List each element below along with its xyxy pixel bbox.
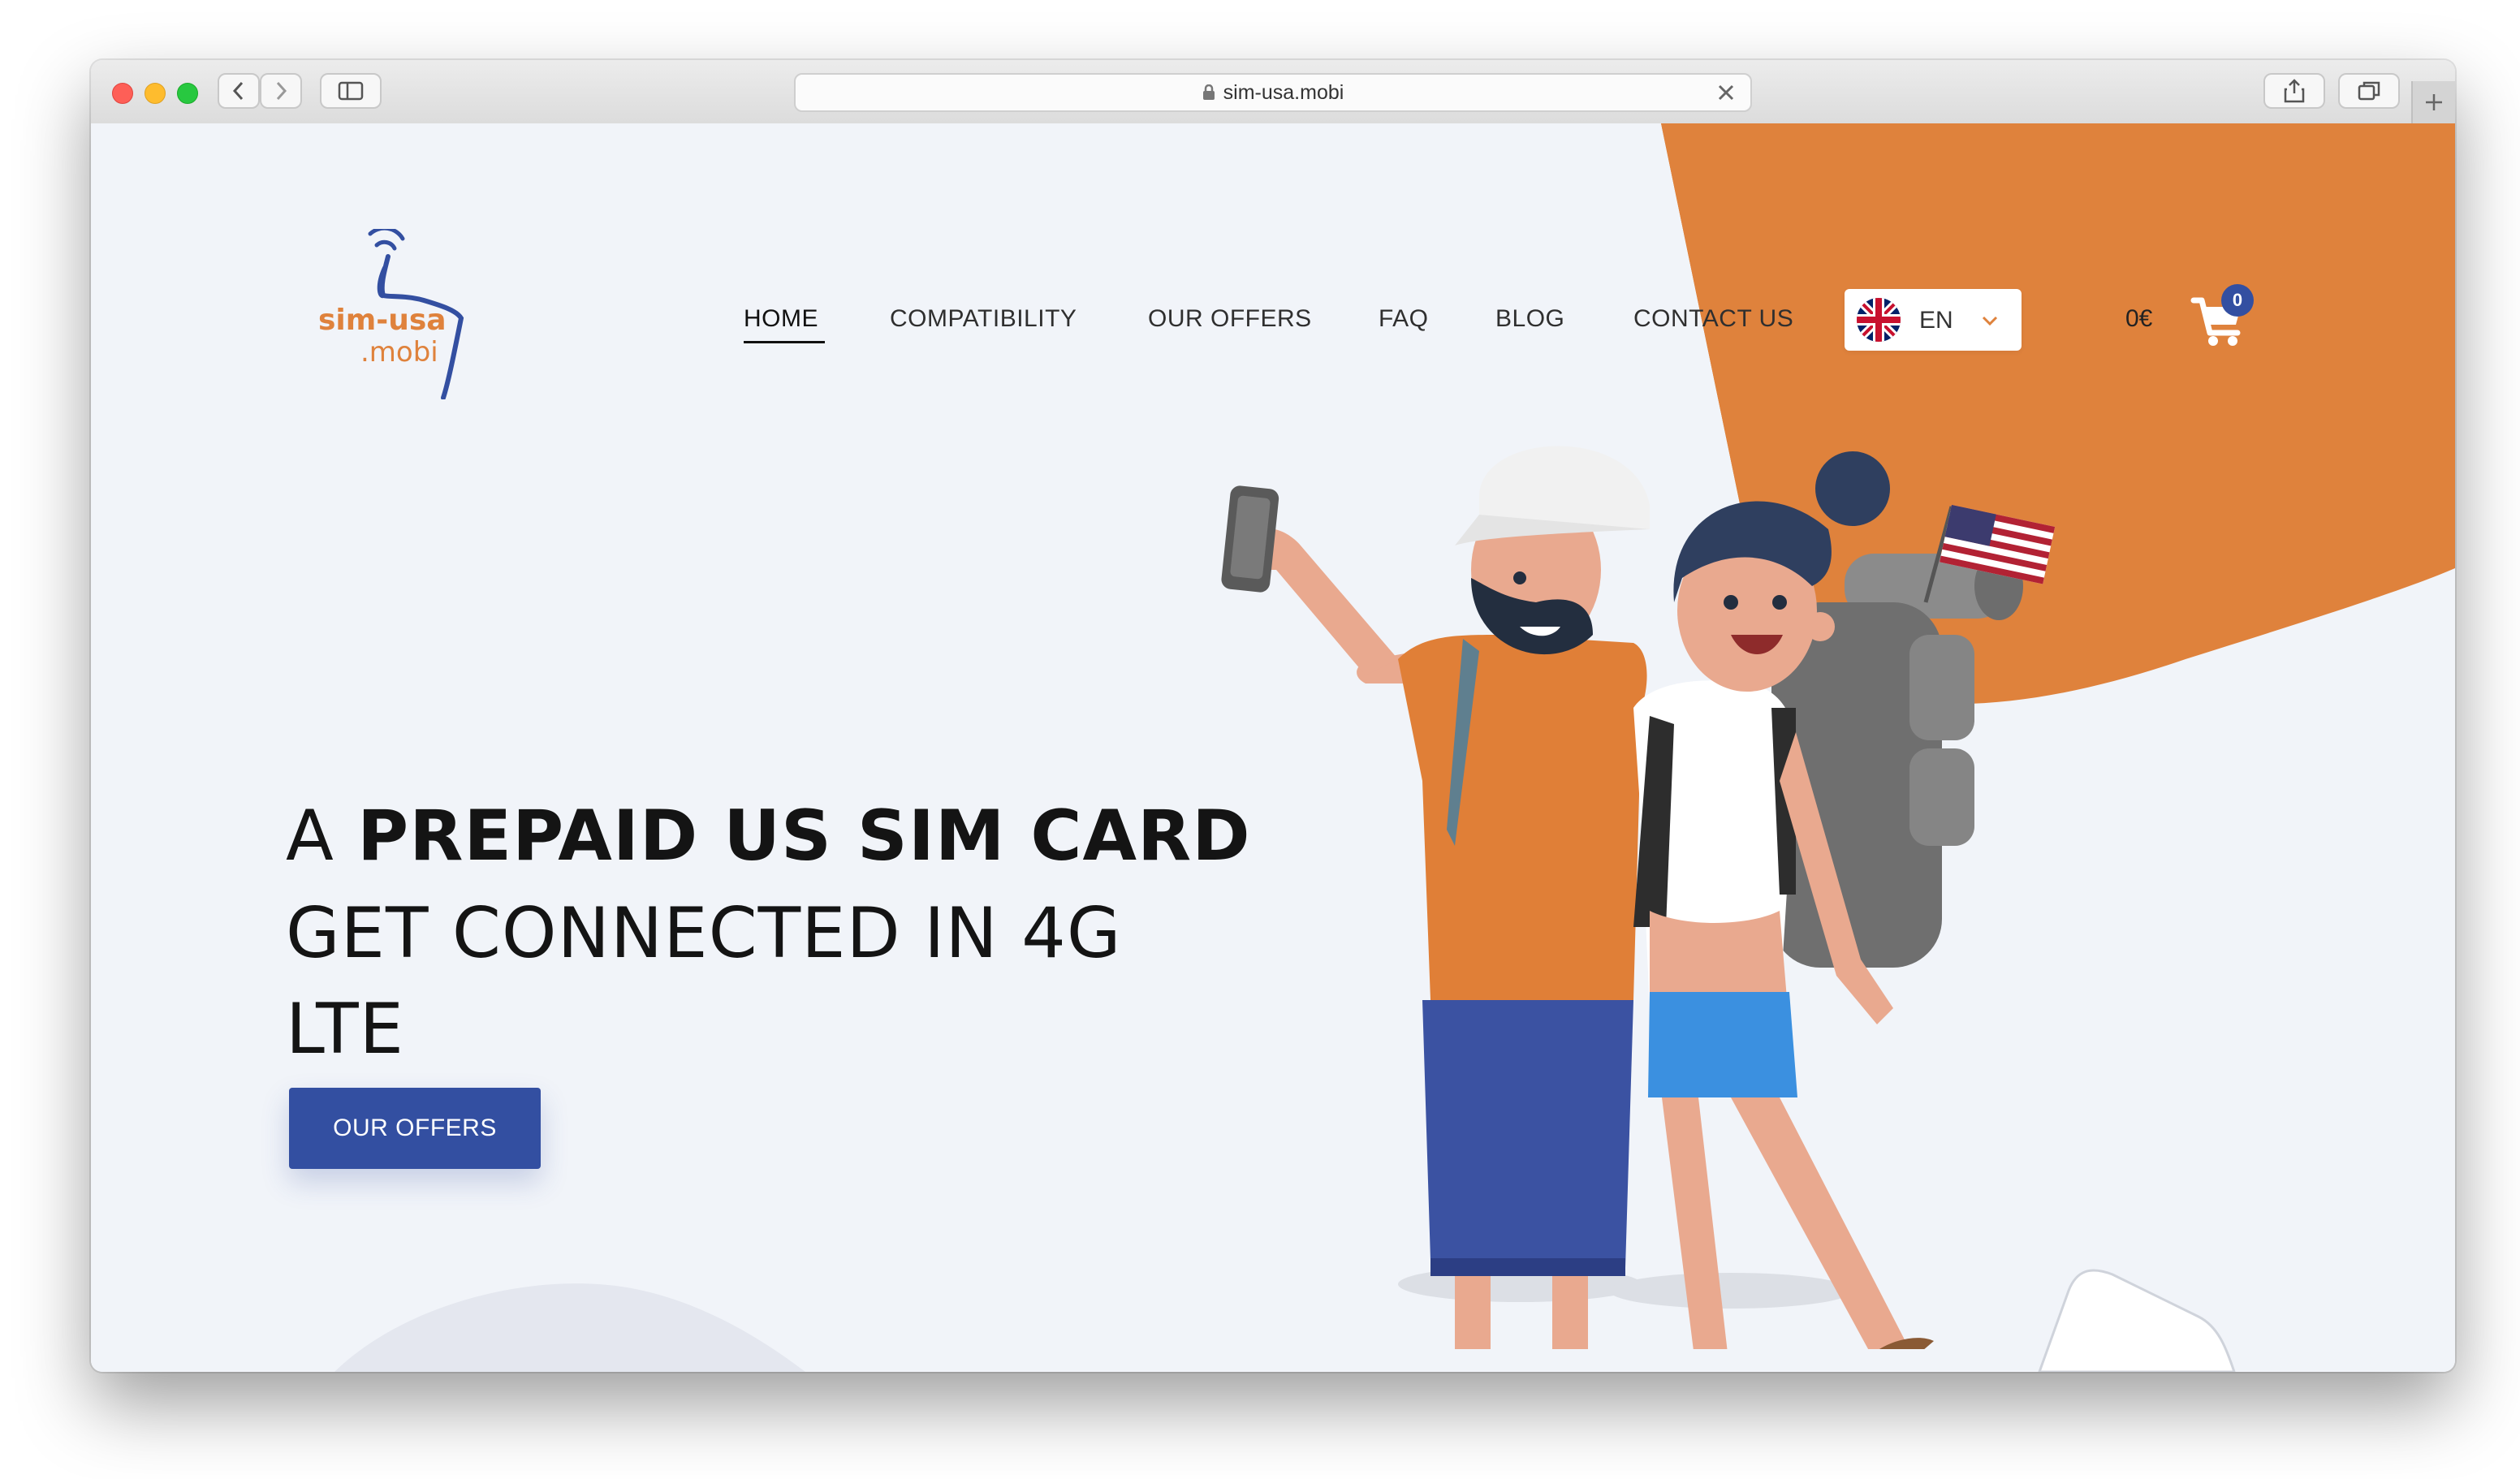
new-tab-button[interactable]	[2411, 81, 2455, 123]
close-icon[interactable]	[1713, 80, 1739, 106]
sidebar-toggle-button[interactable]	[320, 73, 382, 109]
tabs-icon	[2358, 81, 2380, 101]
uk-flag-icon	[1857, 298, 1901, 342]
share-icon	[2284, 79, 2305, 103]
cart-total[interactable]: 0€	[2125, 305, 2152, 333]
nav-item-faq[interactable]: FAQ	[1379, 305, 1429, 333]
tabs-overview-button[interactable]	[2338, 73, 2400, 109]
hero-line-3: LTE	[286, 989, 404, 1070]
nav-item-our-offers[interactable]: OUR OFFERS	[1148, 305, 1312, 333]
our-offers-button[interactable]: OUR OFFERS	[289, 1088, 541, 1169]
site-logo[interactable]: sim-usa .mobi	[318, 229, 481, 399]
sidebar-icon	[338, 81, 364, 101]
lock-icon	[1202, 84, 1215, 100]
browser-window: sim-usa.mobi sim-usa .mobi HOME COMPATIB…	[91, 60, 2455, 1372]
cart-count-badge: 0	[2221, 284, 2254, 317]
back-button[interactable]	[218, 73, 260, 109]
nav-item-contact-us[interactable]: CONTACT US	[1633, 305, 1793, 333]
hero-line-1-bold: PREPAID US SIM CARD	[357, 796, 1251, 877]
hero-line-2: GET CONNECTED IN 4G	[286, 893, 1122, 974]
forward-button[interactable]	[260, 73, 302, 109]
hero-line-1: A PREPAID US SIM CARD	[286, 796, 1251, 877]
chevron-left-icon	[232, 81, 244, 101]
browser-titlebar: sim-usa.mobi	[91, 60, 2455, 125]
zoom-window-button[interactable]	[177, 83, 198, 104]
language-selector[interactable]: EN	[1845, 289, 2022, 351]
nav-item-home[interactable]: HOME	[744, 305, 818, 333]
minimize-window-button[interactable]	[145, 83, 166, 104]
hero-line-1-prefix: A	[286, 796, 358, 877]
chevron-right-icon	[276, 81, 287, 101]
logo-text-line2: .mobi	[360, 336, 438, 369]
chevron-down-icon	[1982, 316, 1998, 326]
language-code: EN	[1919, 307, 1953, 334]
share-button[interactable]	[2263, 73, 2325, 109]
nav-item-blog[interactable]: BLOG	[1495, 305, 1564, 333]
cart-button[interactable]: 0	[2190, 284, 2255, 349]
nav-item-compatibility[interactable]: COMPATIBILITY	[890, 305, 1077, 333]
logo-text-line1: sim-usa	[318, 304, 447, 337]
plus-icon	[2426, 94, 2442, 110]
close-window-button[interactable]	[112, 83, 133, 104]
url-text: sim-usa.mobi	[1223, 80, 1344, 104]
nav-active-underline	[744, 341, 825, 343]
address-bar[interactable]: sim-usa.mobi	[794, 73, 1752, 112]
travelers-selfie-illustration	[1221, 446, 2056, 1349]
web-page: sim-usa .mobi HOME COMPATIBILITY OUR OFF…	[91, 123, 2455, 1372]
